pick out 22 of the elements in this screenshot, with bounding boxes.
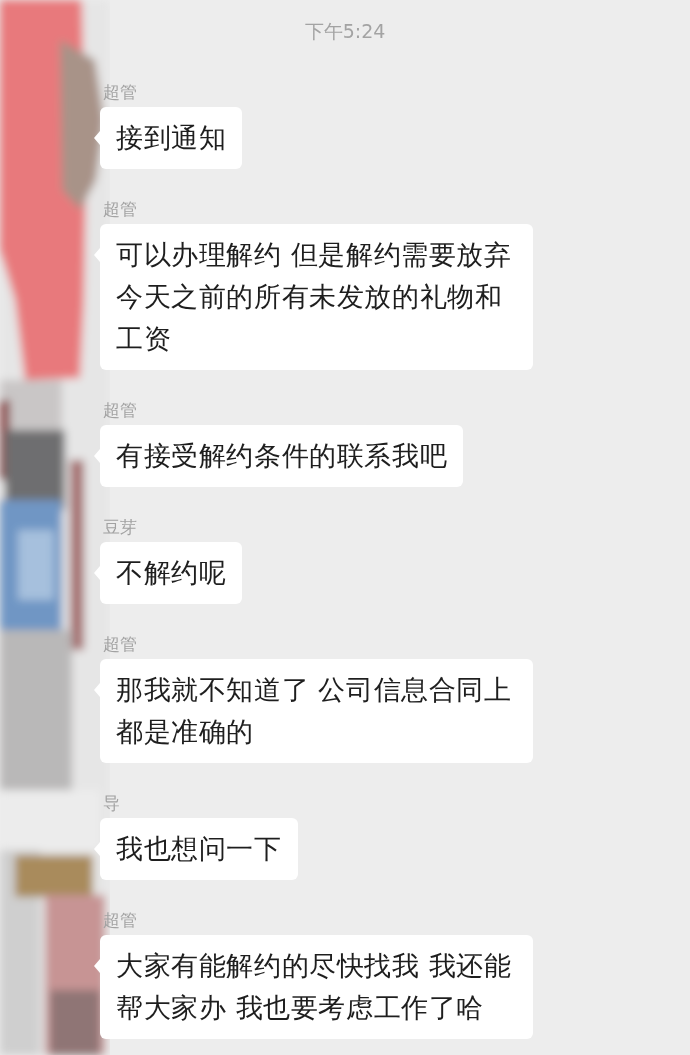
sender-name: 超管 [103, 910, 137, 930]
message-bubble: 接到通知 [100, 107, 243, 169]
sender-name: 超管 [103, 82, 137, 102]
message-bubble: 可以办理解约 但是解约需要放弃今天之前的所有未发放的礼物和工资 [100, 224, 533, 370]
message-bubble: 那我就不知道了 公司信息合同上都是准确的 [100, 659, 533, 763]
bubble-tail-icon [94, 248, 100, 262]
bubble-tail-icon [94, 131, 100, 145]
sender-name: 豆芽 [103, 517, 137, 537]
sender-name: 超管 [103, 634, 137, 654]
message-bubble: 大家有能解约的尽快找我 我还能帮大家办 我也要考虑工作了哈 [100, 935, 533, 1039]
message-bubble: 有接受解约条件的联系我吧 [100, 425, 464, 487]
timestamp: 下午5:24 [303, 20, 387, 42]
message-bubble: 我也想问一下 [100, 818, 298, 880]
bubble-tail-icon [94, 683, 100, 697]
bubble-tail-icon [94, 449, 100, 463]
sender-name: 超管 [103, 199, 137, 219]
bubble-tail-icon [94, 566, 100, 580]
bubble-tail-icon [94, 959, 100, 973]
message-bubble: 不解约呢 [100, 542, 243, 604]
sender-name: 导 [103, 793, 120, 813]
sender-name: 超管 [103, 400, 137, 420]
bubble-tail-icon [94, 842, 100, 856]
